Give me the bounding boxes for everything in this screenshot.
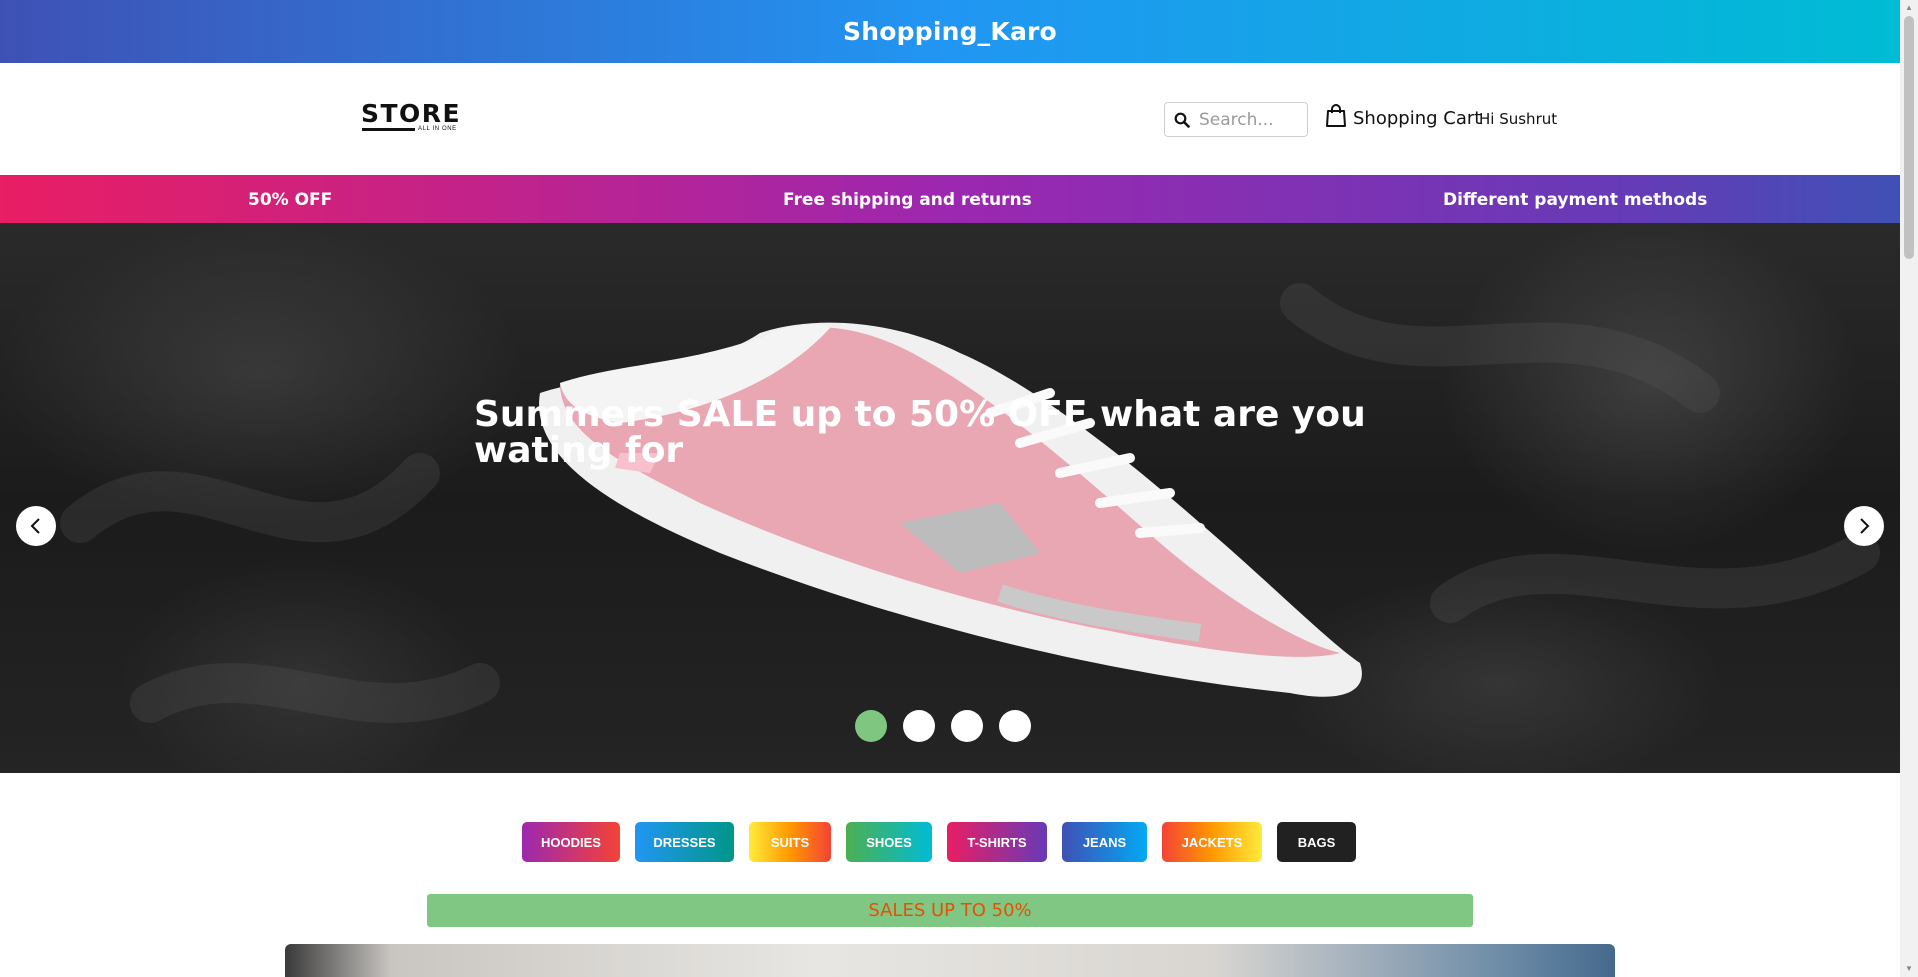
site-title-bar: Shopping_Karo — [0, 0, 1900, 63]
search-icon[interactable] — [1165, 103, 1199, 136]
search-input[interactable] — [1199, 109, 1299, 130]
category-shoes-button[interactable]: SHOES — [846, 822, 932, 862]
logo-underline — [362, 128, 415, 131]
hero-carousel: Summers SALE up to 50% OFF what are you … — [0, 223, 1900, 773]
header: STORE ALL IN ONE Shopping Cart Hi Sushru… — [0, 63, 1900, 175]
store-logo[interactable]: STORE ALL IN ONE — [361, 101, 462, 135]
category-hoodies-button[interactable]: HOODIES — [522, 822, 620, 862]
hero-caption: Summers SALE up to 50% OFF what are you … — [474, 394, 1366, 471]
category-dresses-button[interactable]: DRESSES — [635, 822, 734, 862]
sales-banner-text: SALES UP TO 50% — [868, 900, 1032, 921]
category-buttons: HOODIES DRESSES SUITS SHOES T-SHIRTS JEANS JAC… — [522, 822, 1356, 862]
carousel-dot-2[interactable] — [903, 710, 935, 742]
shopping-cart-link[interactable]: Shopping Cart — [1325, 104, 1481, 133]
category-jeans-button[interactable]: JEANS — [1062, 822, 1147, 862]
promo-strip: 50% OFF Free shipping and returns Differ… — [0, 175, 1900, 223]
carousel-dot-1[interactable] — [855, 710, 887, 742]
sales-banner: SALES UP TO 50% — [427, 894, 1473, 927]
category-t-shirts-button[interactable]: T-SHIRTS — [947, 822, 1047, 862]
logo-subtext: ALL IN ONE — [418, 126, 457, 132]
promo-payment: Different payment methods — [1443, 190, 1708, 210]
site-title: Shopping_Karo — [843, 17, 1057, 46]
chevron-left-icon — [30, 518, 40, 534]
search-box[interactable] — [1164, 102, 1308, 137]
promo-shipping: Free shipping and returns — [783, 190, 1032, 210]
carousel-next-button[interactable] — [1844, 506, 1884, 546]
shopping-cart-label: Shopping Cart — [1353, 108, 1482, 129]
scrollbar-thumb[interactable] — [1904, 16, 1914, 259]
category-jackets-button[interactable]: JACKETS — [1162, 822, 1262, 862]
carousel-indicators — [855, 710, 1031, 742]
scroll-down-arrow-icon[interactable]: ▼ — [1904, 964, 1914, 974]
shopping-bag-icon — [1325, 104, 1347, 133]
sneaker-image — [60, 283, 1880, 723]
carousel-dot-3[interactable] — [951, 710, 983, 742]
promo-discount: 50% OFF — [248, 190, 333, 210]
user-greeting[interactable]: Hi Sushrut — [1479, 110, 1557, 128]
logo-text: STORE — [361, 99, 462, 128]
scroll-up-arrow-icon[interactable]: ▲ — [1904, 3, 1914, 13]
carousel-dot-4[interactable] — [999, 710, 1031, 742]
carousel-prev-button[interactable] — [16, 506, 56, 546]
page-scrollbar[interactable]: ▲ ▼ — [1900, 0, 1918, 977]
category-suits-button[interactable]: SUITS — [749, 822, 831, 862]
featured-banner-image — [285, 944, 1615, 977]
chevron-right-icon — [1860, 518, 1870, 534]
category-bags-button[interactable]: BAGS — [1277, 822, 1356, 862]
